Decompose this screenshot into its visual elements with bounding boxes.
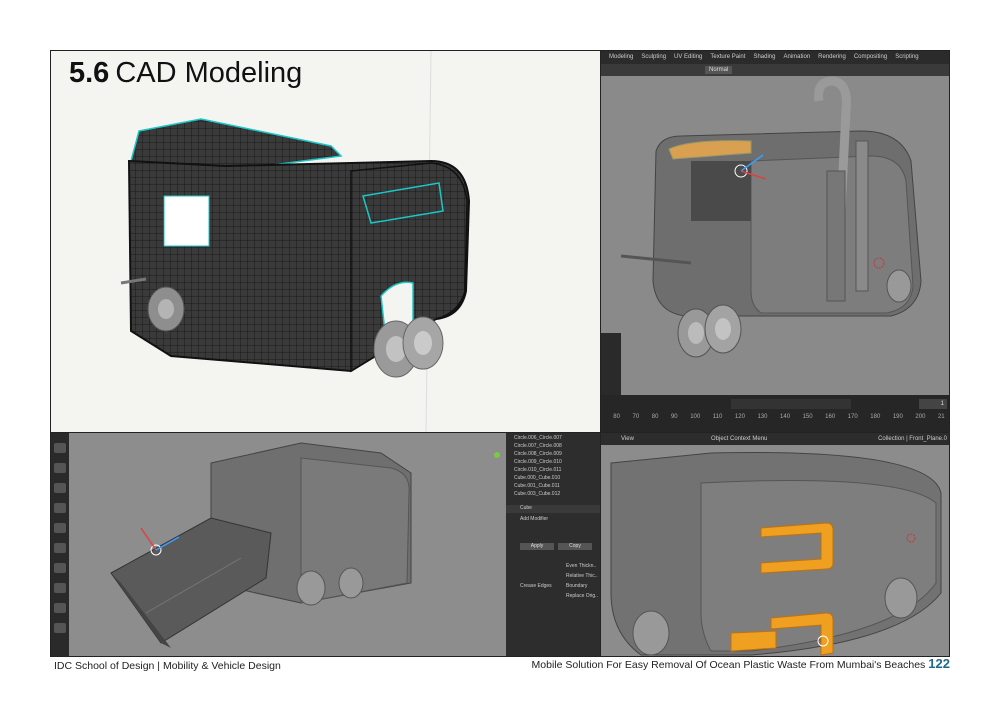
inset-tool-icon[interactable] (54, 623, 66, 633)
add-modifier-button[interactable]: Add Modifier (520, 516, 548, 522)
viewport-header: Normal (601, 64, 949, 76)
tick-label: 190 (892, 414, 903, 420)
tick-label: 100 (690, 414, 701, 420)
outliner-item[interactable]: Cube.001_Cube.011 (514, 483, 560, 489)
tool-panel (601, 333, 621, 395)
object-name: Cube (520, 505, 532, 511)
measure-tool-icon[interactable] (54, 583, 66, 593)
wheel-front (373, 316, 444, 378)
tick-label: 80 (613, 414, 620, 420)
tick-label: 80 (651, 414, 659, 420)
section-heading: 5.6 CAD Modeling (69, 57, 302, 90)
tab-animation[interactable]: Animation (783, 51, 810, 64)
option-boundary[interactable]: Boundary (566, 583, 587, 589)
current-frame-field[interactable]: 1 (919, 399, 947, 409)
playback-controls[interactable] (731, 399, 851, 409)
section-title: CAD Modeling (115, 57, 303, 89)
annotate-tool-icon[interactable] (54, 563, 66, 573)
shaded-viewport: Modeling Sculpting UV Editing Texture Pa… (601, 51, 949, 433)
tick-label: 180 (870, 414, 881, 420)
cursor-tool-icon[interactable] (54, 463, 66, 473)
tick-label: 150 (802, 414, 813, 420)
apply-button[interactable]: Apply (520, 543, 554, 550)
tab-shading[interactable]: Shading (753, 51, 775, 64)
extrude-tool-icon[interactable] (54, 603, 66, 613)
tick-label: 130 (757, 414, 768, 420)
crease-edges-checkbox[interactable]: Crease Edges (520, 583, 552, 589)
move-tool-icon[interactable] (54, 483, 66, 493)
select-tool-icon[interactable] (54, 443, 66, 453)
outliner-item[interactable]: Circle.008_Circle.009 (514, 451, 562, 457)
tool-shelf (51, 433, 69, 656)
tick-label: 21 (937, 414, 945, 420)
option-relative-thickness[interactable]: Relative Thic.. (566, 573, 598, 579)
tick-label: 170 (847, 414, 858, 420)
wireframe-viewport: 5.6 CAD Modeling (51, 51, 601, 433)
object-context-menu[interactable]: Object Context Menu (711, 433, 767, 445)
page-number: 122 (928, 656, 950, 671)
outliner-item[interactable]: Cube.000_Cube.010 (514, 475, 560, 481)
shaded-vehicle (601, 51, 949, 432)
timeline-ruler: 80 70 80 90 100 110 120 130 140 150 160 … (601, 412, 949, 422)
copy-button[interactable]: Copy (558, 543, 592, 550)
outliner-item[interactable]: Circle.007_Circle.008 (514, 443, 562, 449)
tick-label: 70 (632, 414, 640, 420)
rotate-tool-icon[interactable] (54, 503, 66, 513)
outliner-item[interactable]: Cube.003_Cube.012 (514, 491, 560, 497)
detail-vehicle (601, 433, 949, 656)
tick-label: 120 (734, 414, 745, 420)
figure-frame: 5.6 CAD Modeling Modeling Sculpting UV E… (50, 50, 950, 657)
option-even-thickness[interactable]: Even Thickn.. (566, 563, 596, 569)
option-replace-original[interactable]: Replace Orig.. (566, 593, 598, 599)
tick-label: 140 (780, 414, 791, 420)
timeline: 1 80 70 80 90 100 110 120 130 140 150 16… (601, 395, 949, 432)
viewport-menu-bar: View Object Context Menu Collection | Fr… (601, 433, 949, 445)
collection-label: Collection | Front_Plane.0 (878, 436, 947, 442)
tab-scripting[interactable]: Scripting (895, 51, 918, 64)
transform-tool-icon[interactable] (54, 543, 66, 553)
outliner-item[interactable]: Circle.010_Circle.011 (514, 467, 561, 473)
tab-rendering[interactable]: Rendering (818, 51, 846, 64)
tick-label: 90 (670, 414, 678, 420)
footer-institution: IDC School of Design | Mobility & Vehicl… (54, 660, 281, 672)
mode-dropdown[interactable]: Normal (705, 66, 733, 74)
outliner-item[interactable]: Circle.009_Circle.010 (514, 459, 562, 465)
scale-tool-icon[interactable] (54, 523, 66, 533)
tick-label: 200 (915, 414, 926, 420)
ramp-viewport: Circle.006_Circle.007 Circle.007_Circle.… (51, 433, 601, 656)
tab-modeling[interactable]: Modeling (609, 51, 633, 64)
outliner-properties: Circle.006_Circle.007 Circle.007_Circle.… (506, 433, 600, 656)
section-number: 5.6 (69, 57, 110, 89)
view-menu[interactable]: View (621, 433, 634, 445)
workspace-tabs: Modeling Sculpting UV Editing Texture Pa… (601, 51, 949, 64)
footer-project-title: Mobile Solution For Easy Removal Of Ocea… (531, 659, 926, 671)
tab-sculpting[interactable]: Sculpting (641, 51, 666, 64)
tick-label: 110 (712, 414, 723, 420)
wheel-rear (147, 286, 185, 332)
tab-compositing[interactable]: Compositing (854, 51, 887, 64)
tab-texture-paint[interactable]: Texture Paint (710, 51, 745, 64)
outliner-item[interactable]: Circle.006_Circle.007 (514, 435, 562, 441)
wireframe-vehicle (120, 51, 471, 432)
tick-label: 160 (825, 414, 836, 420)
tab-uv-editing[interactable]: UV Editing (674, 51, 702, 64)
footer-project: Mobile Solution For Easy Removal Of Ocea… (532, 656, 950, 671)
detail-viewport: View Object Context Menu Collection | Fr… (601, 433, 949, 656)
